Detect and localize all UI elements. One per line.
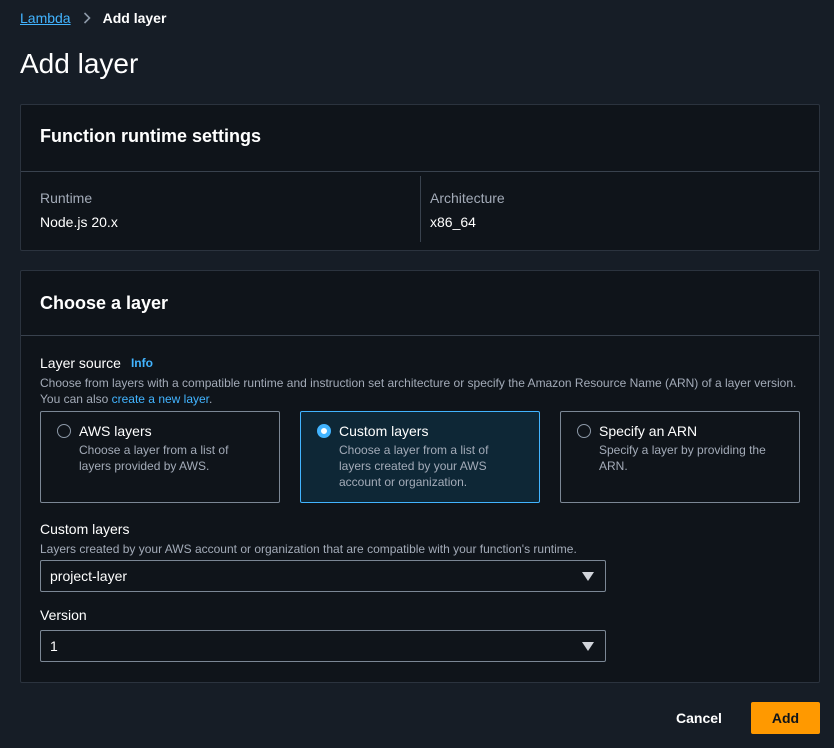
aws-layers-option[interactable]: AWS layers Choose a layer from a list of… <box>40 411 280 503</box>
version-select[interactable]: 1 <box>40 630 606 662</box>
specify-arn-desc: Specify a layer by providing the ARN. <box>599 443 766 473</box>
specify-arn-radio[interactable] <box>577 424 591 438</box>
layer-source-label: Layer source Info <box>40 355 153 371</box>
layer-source-label-text: Layer source <box>40 355 121 371</box>
choose-layer-panel: Choose a layer Layer source Info Choose … <box>20 270 820 683</box>
chevron-right-icon <box>83 12 91 24</box>
page-title: Add layer <box>20 48 139 79</box>
layer-source-desc-end: . <box>209 392 213 406</box>
custom-layers-option[interactable]: Custom layers Choose a layer from a list… <box>300 411 540 503</box>
custom-layers-field-description: Layers created by your AWS account or or… <box>40 542 577 556</box>
custom-layers-select[interactable]: project-layer <box>40 560 606 592</box>
runtime-field: Runtime Node.js 20.x <box>40 172 118 244</box>
aws-layers-desc: Choose a layer from a list of layers pro… <box>79 443 229 473</box>
choose-layer-body: Layer source Info Choose from layers wit… <box>21 335 819 683</box>
custom-layers-desc: Choose a layer from a list of layers cre… <box>339 443 489 489</box>
breadcrumb: Lambda Add layer <box>20 8 166 28</box>
breadcrumb-lambda-link[interactable]: Lambda <box>20 10 71 26</box>
runtime-label: Runtime <box>40 190 93 206</box>
custom-layers-title: Custom layers <box>339 423 429 439</box>
runtime-value: Node.js 20.x <box>40 214 118 230</box>
custom-layers-select-value: project-layer <box>50 568 128 584</box>
aws-layers-title: AWS layers <box>79 423 152 439</box>
breadcrumb-current: Add layer <box>102 10 167 26</box>
caret-down-icon <box>582 572 594 581</box>
column-divider <box>420 176 421 242</box>
function-runtime-settings-panel: Function runtime settings Runtime Node.j… <box>20 104 820 251</box>
runtime-settings-header: Function runtime settings <box>40 125 262 146</box>
caret-down-icon <box>582 642 594 651</box>
specify-arn-option[interactable]: Specify an ARN Specify a layer by provid… <box>560 411 800 503</box>
choose-layer-header: Choose a layer <box>40 292 169 313</box>
architecture-field: Architecture x86_64 <box>430 172 505 244</box>
version-select-value: 1 <box>50 638 58 654</box>
aws-layers-radio[interactable] <box>57 424 71 438</box>
add-layer-page: Lambda Add layer Add layer Function runt… <box>0 0 834 748</box>
layer-source-description: Choose from layers with a compatible run… <box>40 375 810 407</box>
runtime-settings-body: Runtime Node.js 20.x Architecture x86_64 <box>21 171 819 251</box>
specify-arn-title: Specify an ARN <box>599 423 698 439</box>
cancel-button[interactable]: Cancel <box>666 702 732 734</box>
add-button[interactable]: Add <box>751 702 820 734</box>
custom-layers-field-label: Custom layers <box>40 521 130 537</box>
layer-source-info-link[interactable]: Info <box>131 356 153 370</box>
version-label: Version <box>40 607 87 623</box>
architecture-label: Architecture <box>430 190 505 206</box>
architecture-value: x86_64 <box>430 214 476 230</box>
custom-layers-radio[interactable] <box>317 424 331 438</box>
create-new-layer-link[interactable]: create a new layer <box>112 392 209 406</box>
